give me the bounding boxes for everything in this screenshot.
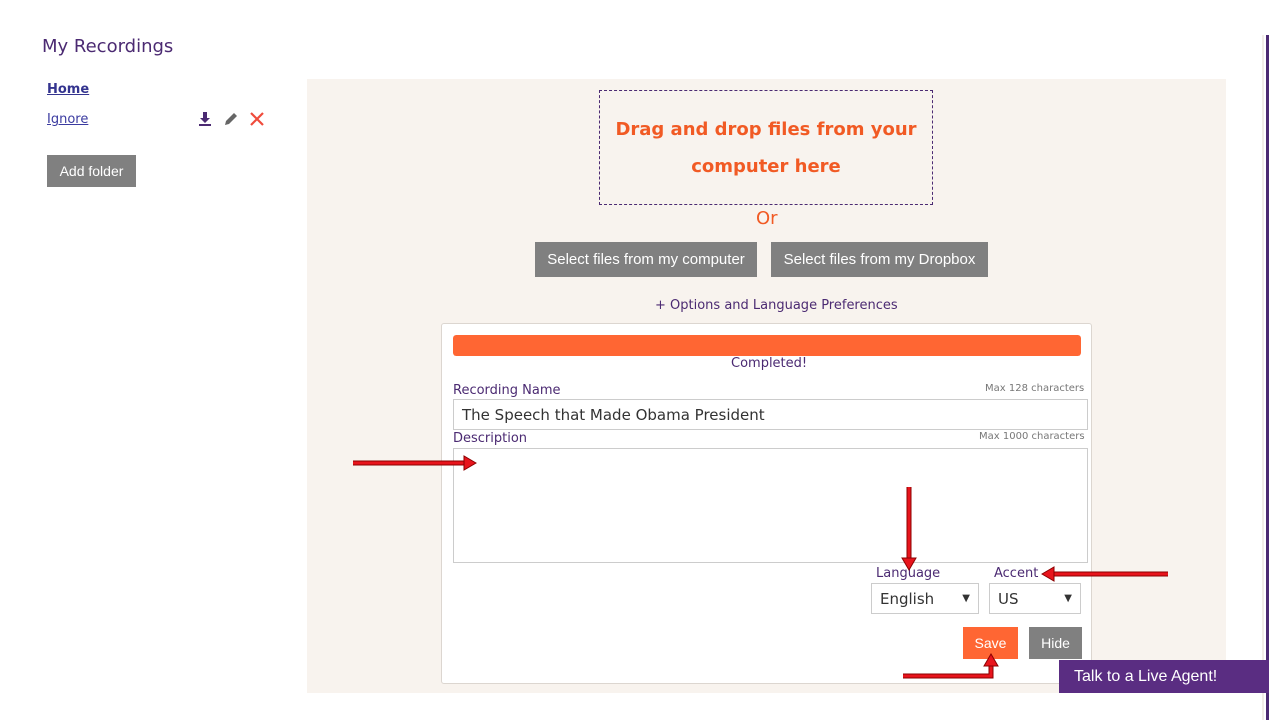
upload-progress-bar <box>453 335 1081 356</box>
sidebar-link-ignore[interactable]: Ignore <box>47 112 88 127</box>
accent-select[interactable]: US ▼ <box>989 583 1081 614</box>
recording-name-input[interactable]: The Speech that Made Obama President <box>453 399 1088 430</box>
save-button[interactable]: Save <box>963 627 1018 659</box>
recording-name-label: Recording Name <box>453 383 561 398</box>
language-select-value: English <box>880 589 935 608</box>
caret-down-icon: ▼ <box>962 593 970 604</box>
recording-name-hint: Max 128 characters <box>985 383 1085 394</box>
select-dropbox-files-button[interactable]: Select files from my Dropbox <box>771 242 988 277</box>
description-hint: Max 1000 characters <box>979 431 1085 442</box>
drop-zone-line-2: computer here <box>691 155 841 177</box>
language-select[interactable]: English ▼ <box>871 583 979 614</box>
description-label: Description <box>453 431 528 446</box>
or-separator: Or <box>756 208 778 229</box>
language-label: Language <box>876 566 941 581</box>
drop-zone-line-1: Drag and drop files from your <box>615 118 917 140</box>
caret-down-icon: ▼ <box>1064 593 1072 604</box>
options-language-link[interactable]: + Options and Language Preferences <box>655 298 898 313</box>
page-edge-divider <box>1262 35 1264 720</box>
live-agent-chat-button[interactable]: Talk to a Live Agent! <box>1059 660 1269 693</box>
delete-x-icon[interactable] <box>248 110 266 128</box>
edit-pencil-icon[interactable] <box>222 110 240 128</box>
hide-button[interactable]: Hide <box>1029 627 1082 659</box>
description-textarea[interactable] <box>453 448 1088 563</box>
upload-progress-fill <box>453 335 1081 356</box>
upload-status: Completed! <box>731 356 808 371</box>
download-icon[interactable] <box>196 110 214 128</box>
sidebar-link-home[interactable]: Home <box>47 82 89 97</box>
folder-actions <box>196 110 266 128</box>
drop-zone[interactable]: Drag and drop files from your computer h… <box>599 90 933 205</box>
page-title: My Recordings <box>42 36 174 57</box>
accent-select-value: US <box>998 589 1019 608</box>
accent-label: Accent <box>994 566 1039 581</box>
add-folder-button[interactable]: Add folder <box>47 155 136 187</box>
page-edge-accent <box>1266 35 1269 720</box>
select-computer-files-button[interactable]: Select files from my computer <box>535 242 757 277</box>
